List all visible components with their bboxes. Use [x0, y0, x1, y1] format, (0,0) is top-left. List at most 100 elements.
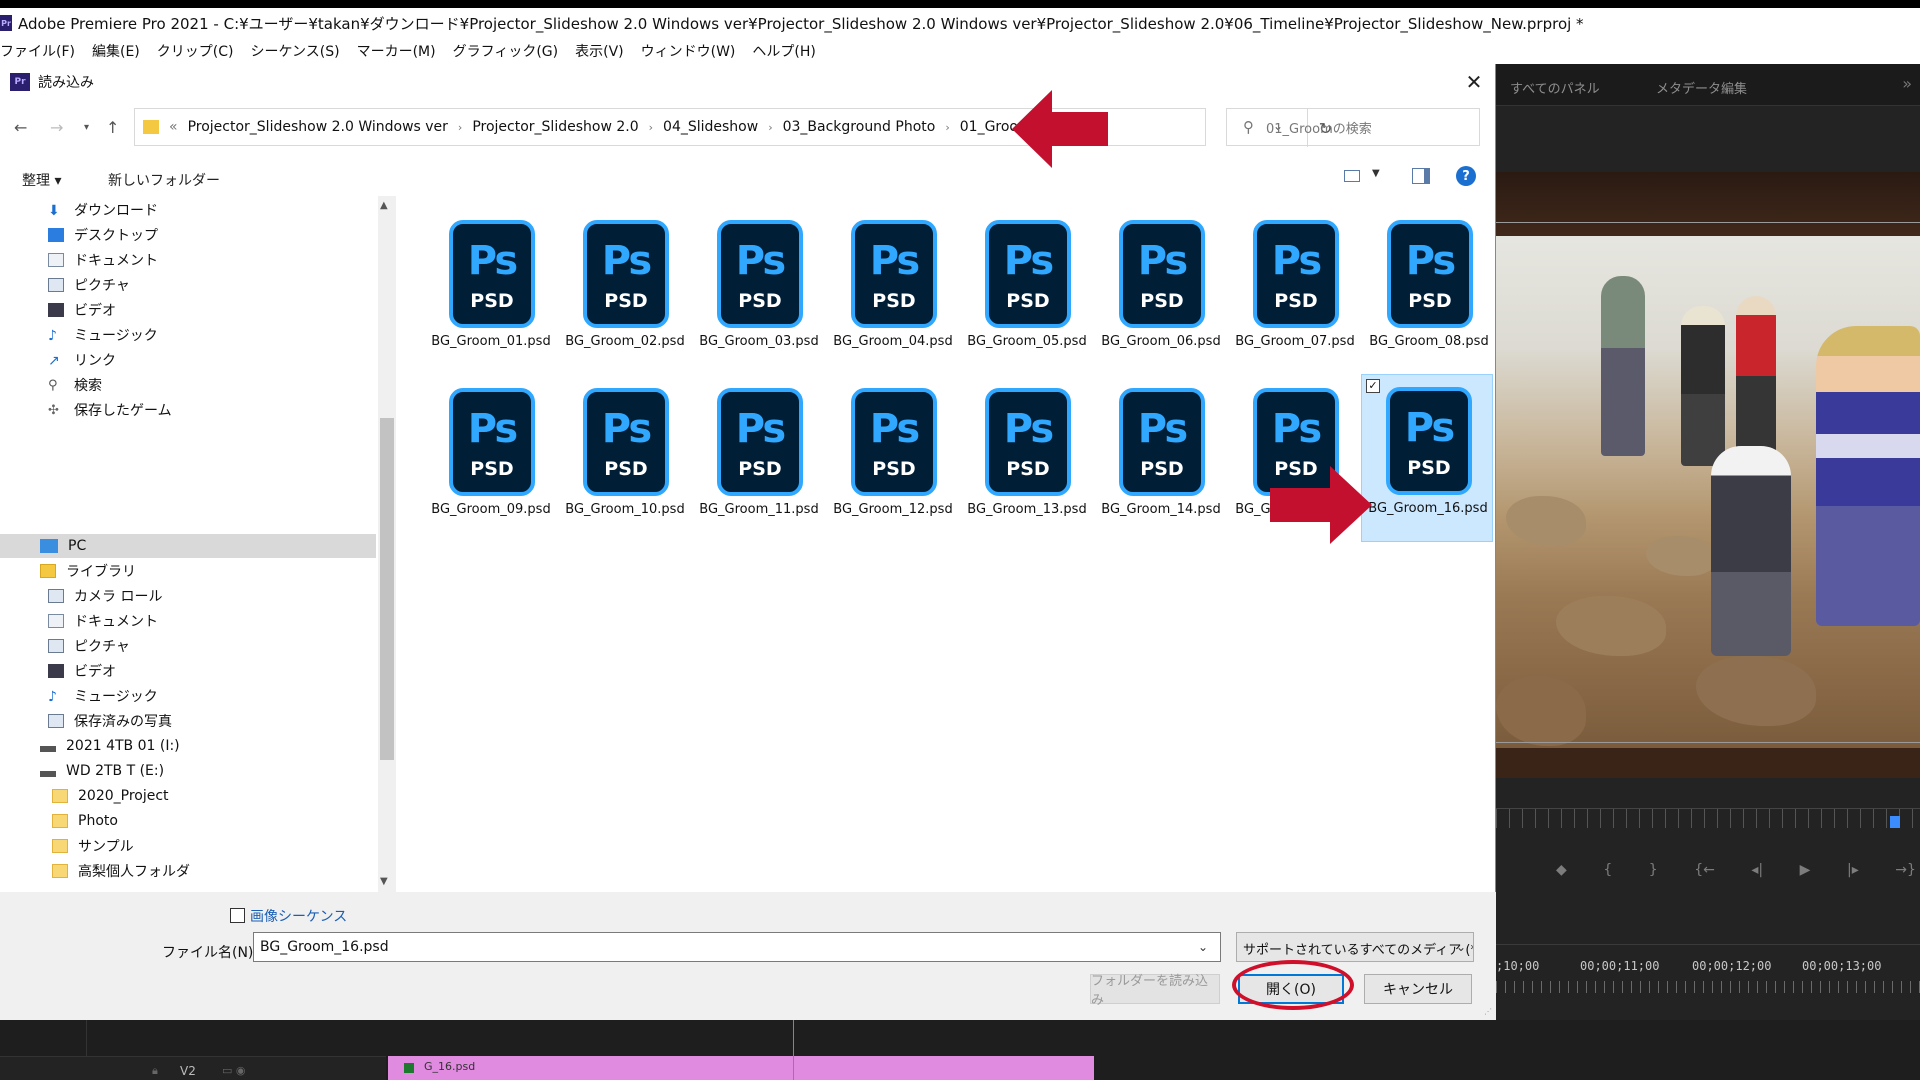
file-item[interactable]: Ps PSD BG_Groom_11.psd: [693, 376, 825, 544]
chevron-down-icon[interactable]: ⌄: [1456, 940, 1466, 954]
organize-menu[interactable]: 整理 ▾: [22, 170, 61, 190]
step-forward-icon[interactable]: |▸: [1847, 862, 1859, 882]
nav-item-lib-videos[interactable]: ビデオ: [48, 659, 116, 683]
nav-item-lib-documents[interactable]: ドキュメント: [48, 609, 158, 633]
track-label[interactable]: V2: [180, 1064, 196, 1078]
file-item[interactable]: Ps PSD BG_Groom_05.psd: [961, 208, 1093, 376]
import-folder-button[interactable]: フォルダーを読み込み: [1090, 974, 1220, 1008]
chevron-right-icon[interactable]: ›: [649, 121, 653, 134]
close-icon[interactable]: ✕: [1462, 70, 1486, 94]
checkbox-checked-icon[interactable]: ✓: [1366, 379, 1380, 393]
monitor-playhead[interactable]: [1890, 816, 1900, 828]
scroll-down-icon[interactable]: ▼: [380, 876, 388, 887]
timeline-clip[interactable]: [388, 1056, 1094, 1080]
file-item[interactable]: Ps PSD BG_Groom_03.psd: [693, 208, 825, 376]
menu-marker[interactable]: マーカー(M): [357, 41, 447, 61]
file-item[interactable]: Ps PSD BG_Groom_13.psd: [961, 376, 1093, 544]
breadcrumb-item[interactable]: Projector_Slideshow 2.0: [472, 119, 638, 135]
file-item[interactable]: Ps PSD BG_Groom_02.psd: [559, 208, 691, 376]
timeline-ruler[interactable]: ;10;00 00;00;11;00 00;00;12;00 00;00;13;…: [1496, 944, 1920, 1004]
file-item[interactable]: Ps PSD BG_Groom_10.psd: [559, 376, 691, 544]
go-to-out-icon[interactable]: →}: [1895, 862, 1916, 882]
nav-item-folder-photo[interactable]: Photo: [52, 809, 118, 833]
nav-item-library[interactable]: ライブラリ: [40, 559, 136, 583]
file-item[interactable]: Ps PSD BG_Groom_06.psd: [1095, 208, 1227, 376]
mark-in-icon[interactable]: {: [1603, 862, 1612, 882]
filename-input[interactable]: [253, 932, 1221, 962]
nav-item-pictures[interactable]: ピクチャ: [48, 273, 130, 297]
chevron-right-icon[interactable]: ›: [945, 121, 949, 134]
play-icon[interactable]: ▶: [1800, 862, 1811, 882]
nav-item-videos[interactable]: ビデオ: [48, 298, 116, 322]
nav-item-folder-sample[interactable]: サンプル: [52, 834, 134, 858]
menu-window[interactable]: ウィンドウ(W): [641, 41, 747, 61]
nav-item-folder-personal[interactable]: 高梨個人フォルダ: [52, 859, 190, 883]
back-icon[interactable]: ←: [14, 118, 27, 137]
tab-all-panels[interactable]: すべてのパネル: [1510, 78, 1600, 97]
tab-metadata-editing[interactable]: メタデータ編集: [1656, 78, 1747, 97]
more-workspaces-icon[interactable]: »: [1902, 74, 1912, 93]
scroll-up-icon[interactable]: ▲: [380, 200, 388, 211]
help-icon[interactable]: ?: [1456, 166, 1476, 186]
nav-item-drive-e[interactable]: WD 2TB T (E:): [40, 759, 164, 783]
search-input[interactable]: 01_Groomの検索: [1266, 118, 1372, 137]
file-item[interactable]: Ps PSD BG_Groom_04.psd: [827, 208, 959, 376]
chevron-down-icon[interactable]: ⌄: [1198, 940, 1208, 954]
nav-item-downloads[interactable]: ⬇ ダウンロード: [48, 198, 158, 222]
file-item[interactable]: Ps PSD BG_Groom_09.psd: [425, 376, 557, 544]
nav-item-lib-pictures[interactable]: ピクチャ: [48, 634, 130, 658]
chevron-right-icon[interactable]: ›: [458, 121, 462, 134]
change-view-icon[interactable]: [1344, 170, 1360, 182]
preview-pane-icon[interactable]: [1412, 168, 1430, 184]
breadcrumb-item[interactable]: 03_Background Photo: [783, 119, 936, 135]
menu-clip[interactable]: クリップ(C): [157, 41, 245, 61]
nav-scrollbar-thumb[interactable]: [380, 418, 394, 760]
menu-help[interactable]: ヘルプ(H): [752, 41, 826, 61]
step-back-icon[interactable]: ◂|: [1751, 862, 1763, 882]
view-options-caret-icon[interactable]: ▼: [1372, 168, 1380, 179]
file-item[interactable]: Ps PSD BG_Groom_01.psd: [425, 208, 557, 376]
nav-item-desktop[interactable]: デスクトップ: [48, 223, 158, 247]
add-marker-icon[interactable]: ◆: [1556, 862, 1567, 882]
lock-track-icon[interactable]: 🔒︎: [152, 1064, 158, 1078]
breadcrumb-item[interactable]: Projector_Slideshow 2.0 Windows ver: [188, 119, 448, 135]
nav-item-camera-roll[interactable]: カメラ ロール: [48, 584, 162, 608]
search-box[interactable]: ⚲ 01_Groomの検索: [1226, 108, 1480, 146]
image-sequence-label[interactable]: 画像シーケンス: [250, 906, 347, 926]
nav-item-pc[interactable]: PC: [40, 534, 86, 558]
file-item-selected[interactable]: ✓ Ps PSD BG_Groom_16.psd: [1361, 374, 1493, 542]
recent-locations-icon[interactable]: ▾: [84, 122, 89, 133]
breadcrumb-item[interactable]: 04_Slideshow: [663, 119, 758, 135]
file-type-select[interactable]: サポートされているすべてのメディア (*: [1236, 932, 1474, 962]
menu-graphics[interactable]: グラフィック(G): [453, 41, 570, 61]
resize-grip-icon[interactable]: ⋰: [1484, 1007, 1492, 1016]
file-item[interactable]: Ps PSD BG_Groom_12.psd: [827, 376, 959, 544]
nav-item-lib-music[interactable]: ♪ ミュージック: [48, 684, 158, 708]
new-folder-button[interactable]: 新しいフォルダー: [108, 170, 220, 190]
track-output-icon[interactable]: ▭ ◉: [222, 1064, 246, 1077]
menu-view[interactable]: 表示(V): [575, 41, 635, 61]
file-item[interactable]: Ps PSD BG_Groom_08.psd: [1363, 208, 1495, 376]
nav-item-drive-i[interactable]: 2021 4TB 01 (I:): [40, 734, 180, 758]
timeline-playhead[interactable]: [793, 1020, 794, 1080]
go-to-in-icon[interactable]: {←: [1694, 862, 1715, 882]
image-sequence-checkbox[interactable]: [230, 908, 245, 923]
up-folder-icon[interactable]: ↑: [106, 118, 119, 137]
forward-icon[interactable]: →: [50, 118, 63, 137]
mark-out-icon[interactable]: }: [1649, 862, 1658, 882]
monitor-time-ruler[interactable]: [1496, 808, 1920, 828]
nav-item-saved-games[interactable]: ✣ 保存したゲーム: [48, 398, 172, 422]
nav-item-search[interactable]: ⚲ 検索: [48, 373, 102, 397]
nav-item-saved-photos[interactable]: 保存済みの写真: [48, 709, 172, 733]
breadcrumb-overflow-icon[interactable]: «: [169, 119, 178, 135]
nav-item-folder-project[interactable]: 2020_Project: [52, 784, 169, 808]
chevron-right-icon[interactable]: ›: [768, 121, 772, 134]
nav-item-music[interactable]: ♪ ミュージック: [48, 323, 158, 347]
menu-sequence[interactable]: シーケンス(S): [250, 41, 350, 61]
file-item[interactable]: Ps PSD BG_Groom_07.psd: [1229, 208, 1361, 376]
nav-item-links[interactable]: ↗ リンク: [48, 348, 116, 372]
menu-file[interactable]: ファイル(F): [0, 41, 86, 61]
nav-item-documents[interactable]: ドキュメント: [48, 248, 158, 272]
menu-edit[interactable]: 編集(E): [92, 41, 151, 61]
cancel-button[interactable]: キャンセル: [1364, 974, 1472, 1004]
